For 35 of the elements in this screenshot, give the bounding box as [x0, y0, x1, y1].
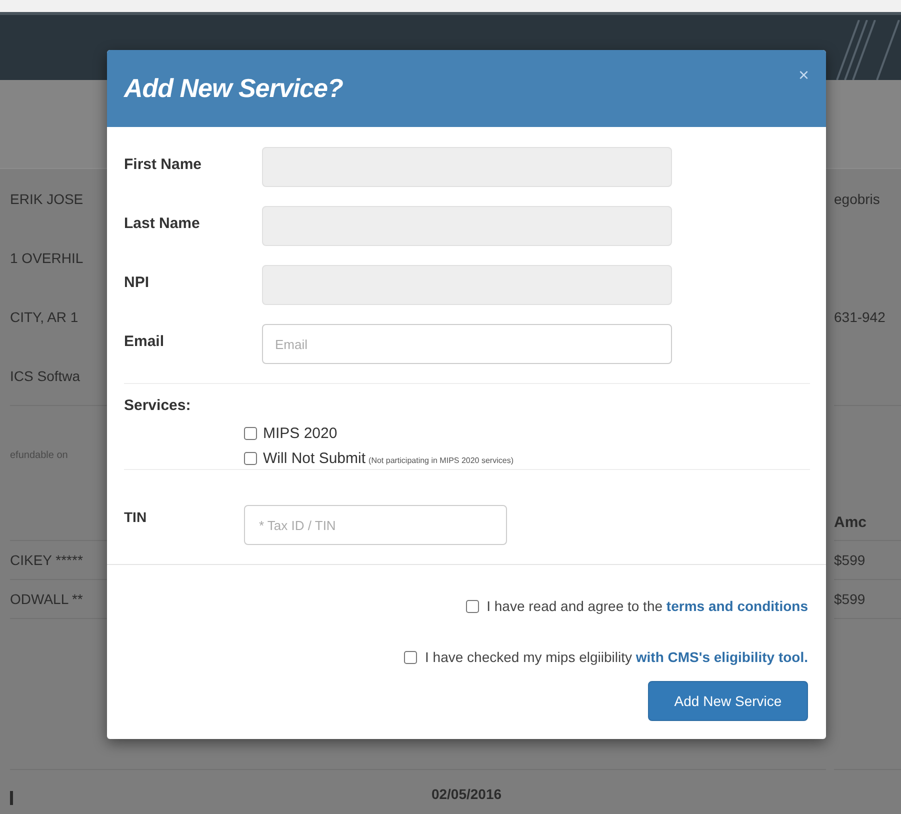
checkbox[interactable]: [244, 426, 257, 440]
agreement-text: I have checked my mips elgiibility with CMS's eligibility tool.: [425, 649, 808, 665]
option-note: (Not participating in MIPS 2020 services): [368, 456, 514, 464]
detail-text: 1 OVERHIL: [10, 250, 84, 266]
agreement-text: I have read and agree to the terms and conditions: [486, 598, 808, 614]
table-cell: $599: [834, 552, 866, 568]
add-service-button[interactable]: Add New Service: [648, 681, 808, 721]
input-field[interactable]: * Tax ID / TIN: [244, 505, 507, 545]
option-label: Will Not Submit: [263, 450, 366, 466]
page-mark: [10, 791, 13, 805]
checkbox[interactable]: [466, 600, 479, 612]
field-label: Email: [124, 333, 166, 350]
link[interactable]: with CMS's eligibility tool.: [636, 649, 808, 665]
email-text: egobris: [834, 190, 880, 206]
field-label: Last Name: [124, 215, 201, 232]
close-button[interactable]: ×: [798, 65, 809, 86]
option-label: MIPS 2020: [263, 424, 338, 442]
table-cell: ODWALL **: [10, 591, 83, 607]
input-field[interactable]: Email: [262, 324, 672, 364]
modal-title: Add New Service?: [124, 73, 343, 104]
checkbox[interactable]: [244, 452, 257, 464]
table-cell: CIKEY *****: [10, 552, 83, 568]
column-header: Amc: [834, 514, 867, 530]
detail-text: CITY, AR 1: [10, 308, 78, 324]
detail-text: ERIK JOSE: [10, 190, 84, 206]
field-label: First Name: [124, 156, 203, 173]
table-cell: $599: [834, 591, 866, 607]
link[interactable]: terms and conditions: [666, 598, 808, 614]
field-label: TIN: [124, 509, 148, 525]
field-label: NPI: [124, 274, 150, 291]
services-label: Services:: [124, 397, 191, 414]
detail-text: ICS Softwa: [10, 368, 80, 384]
checkbox[interactable]: [404, 650, 418, 664]
phone-text: 631-942: [834, 308, 886, 324]
date-text: 02/05/2016: [431, 786, 502, 802]
